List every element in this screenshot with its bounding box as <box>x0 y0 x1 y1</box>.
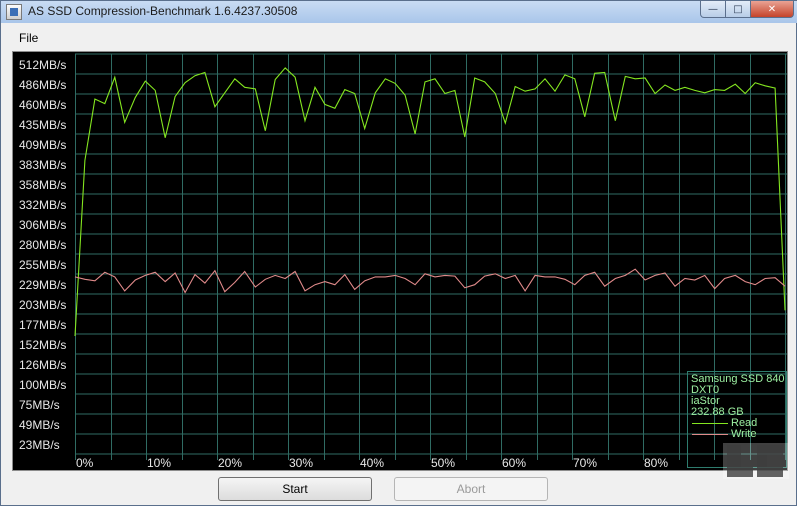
app-icon[interactable] <box>6 4 22 20</box>
y-tick-label: 332MB/s <box>19 198 66 212</box>
x-tick-label: 40% <box>360 456 384 470</box>
x-tick-label: 70% <box>573 456 597 470</box>
maximize-icon: □ <box>733 3 743 15</box>
minimize-icon: — <box>708 3 718 15</box>
start-button[interactable]: Start <box>218 477 372 501</box>
y-tick-label: 229MB/s <box>19 278 66 292</box>
x-tick-label: 10% <box>147 456 171 470</box>
y-tick-label: 23MB/s <box>19 438 60 452</box>
y-tick-label: 255MB/s <box>19 258 66 272</box>
y-tick-label: 100MB/s <box>19 378 66 392</box>
menu-file[interactable]: File <box>19 31 38 45</box>
y-tick-label: 306MB/s <box>19 218 66 232</box>
maximize-button[interactable]: □ <box>726 1 751 18</box>
y-tick-label: 126MB/s <box>19 358 66 372</box>
chart-svg: 512MB/s 486MB/s 460MB/s 435MB/s 409MB/s 383MB… <box>19 53 787 470</box>
publisher-logo <box>723 443 789 479</box>
abort-button[interactable]: Abort <box>394 477 548 501</box>
y-tick-label: 409MB/s <box>19 138 66 152</box>
y-tick-label: 383MB/s <box>19 158 66 172</box>
close-icon: ✕ <box>767 3 777 15</box>
y-tick-label: 460MB/s <box>19 98 66 112</box>
y-tick-label: 152MB/s <box>19 338 66 352</box>
y-tick-label: 358MB/s <box>19 178 66 192</box>
x-tick-label: 80% <box>644 456 668 470</box>
y-tick-label: 280MB/s <box>19 238 66 252</box>
y-tick-label: 435MB/s <box>19 118 66 132</box>
x-tick-label: 20% <box>218 456 242 470</box>
window-controls: — □ ✕ <box>700 1 794 19</box>
app-window: AS SSD Compression-Benchmark 1.6.4237.30… <box>0 0 797 506</box>
y-tick-label: 512MB/s <box>19 58 66 72</box>
x-tick-label: 0% <box>76 456 94 470</box>
y-tick-label: 177MB/s <box>19 318 66 332</box>
legend-read-swatch <box>692 423 728 424</box>
x-tick-label: 50% <box>431 456 455 470</box>
menu-bar: File <box>2 24 795 48</box>
y-tick-label: 75MB/s <box>19 398 60 412</box>
legend-write-swatch <box>692 434 728 435</box>
x-tick-label: 60% <box>502 456 526 470</box>
y-tick-label: 49MB/s <box>19 418 60 432</box>
y-tick-label: 203MB/s <box>19 298 66 312</box>
x-tick-label: 30% <box>289 456 313 470</box>
minimize-button[interactable]: — <box>700 1 726 18</box>
window-title: AS SSD Compression-Benchmark 1.6.4237.30… <box>28 4 298 18</box>
y-tick-label: 486MB/s <box>19 78 66 92</box>
title-bar[interactable]: AS SSD Compression-Benchmark 1.6.4237.30… <box>1 1 797 23</box>
close-button[interactable]: ✕ <box>751 1 794 18</box>
benchmark-chart: 512MB/s 486MB/s 460MB/s 435MB/s 409MB/s 383MB… <box>12 51 788 471</box>
